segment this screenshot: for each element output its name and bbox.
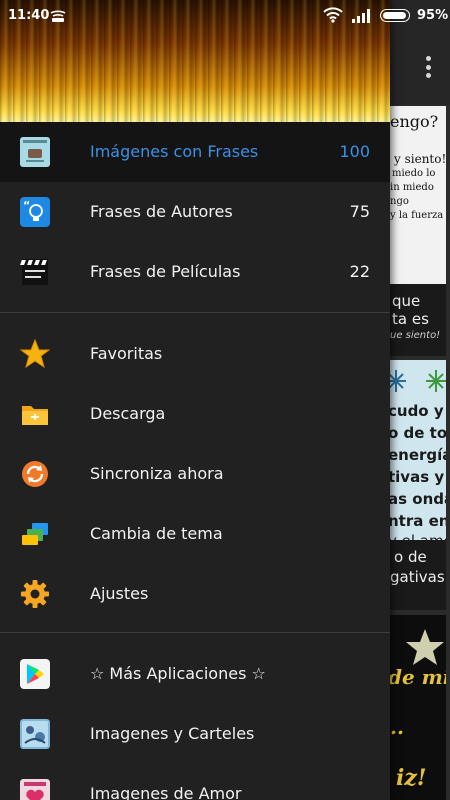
drawer-item-label: Favoritas <box>90 344 163 363</box>
drawer-item-favoritas[interactable]: Favoritas <box>0 324 390 384</box>
card-text: in miedo <box>390 182 434 193</box>
quote-card[interactable]: engo? y siento! miedo lo in miedo ngo y … <box>390 106 446 356</box>
card-text: ngo <box>390 196 409 207</box>
sync-icon <box>22 461 48 487</box>
card-text: miedo lo <box>392 168 436 179</box>
drawer-item-label: ☆ Más Aplicaciones ☆ <box>90 664 266 683</box>
drawer-item-label: Frases de Películas <box>90 262 241 281</box>
card-text: .. <box>390 715 404 739</box>
star-icon <box>20 339 50 369</box>
navigation-drawer: Imágenes con Frases 100 “ Frases de Auto… <box>0 0 390 800</box>
card-text: energía <box>390 446 446 464</box>
card-caption: o de gativas <box>390 540 446 610</box>
drawer-item-cambia-de-tema[interactable]: Cambia de tema <box>0 504 390 564</box>
wifi-icon <box>323 7 343 23</box>
status-bar: 11:40 95% <box>0 0 450 32</box>
notification-icon <box>50 10 66 22</box>
drawer-item-count: 100 <box>339 142 370 161</box>
folder-icon <box>22 406 48 425</box>
star-decoration-icon <box>406 629 444 665</box>
drawer-item-label: Imágenes con Frases <box>90 142 259 161</box>
drawer-item-imagenes-y-carteles[interactable]: Imagenes y Carteles <box>0 704 390 764</box>
quote-card[interactable]: cudo y o de toc energía tivas y as onda … <box>390 360 446 610</box>
drawer-item-count: 75 <box>349 202 370 221</box>
battery-percentage: 95% <box>417 8 449 23</box>
drawer-item-imagenes-de-amor[interactable]: Imagenes de Amor <box>0 764 390 800</box>
card-text: as onda <box>390 490 446 508</box>
card-text: iz! <box>396 765 427 791</box>
drawer-item-sincroniza-ahora[interactable]: Sincroniza ahora <box>0 444 390 504</box>
drawer-item-label: Frases de Autores <box>90 202 233 221</box>
drawer-item-label: Imagenes y Carteles <box>90 724 255 743</box>
drawer-item-label: Descarga <box>90 404 166 423</box>
drawer-item-descarga[interactable]: Descarga <box>0 384 390 444</box>
drawer-item-imagenes-con-frases[interactable]: Imágenes con Frases 100 <box>0 122 390 182</box>
drawer-item-ajustes[interactable]: Ajustes <box>0 564 390 624</box>
card-text: y siento! <box>394 152 446 166</box>
drawer-divider <box>0 632 390 633</box>
drawer-item-frases-de-autores[interactable]: “ Frases de Autores 75 <box>0 182 390 242</box>
drawer-item-frases-de-peliculas[interactable]: Frases de Películas 22 <box>0 242 390 302</box>
imagenes-thumbnail-icon <box>20 137 50 167</box>
card-text: engo? <box>390 112 439 131</box>
card-text: ntra en <box>390 512 446 530</box>
clapperboard-icon <box>20 259 48 285</box>
sparkle-decoration-icon <box>390 370 446 392</box>
lightbulb-quote-icon: “ <box>20 197 50 227</box>
drawer-item-label: Cambia de tema <box>90 524 223 543</box>
drawer-item-count: 22 <box>349 262 370 281</box>
card-text: o de toc <box>390 424 446 442</box>
drawer-item-label: Sincroniza ahora <box>90 464 224 483</box>
card-text: cudo y <box>390 402 444 420</box>
gear-icon <box>21 580 49 608</box>
overflow-menu-icon[interactable] <box>424 56 432 78</box>
drawer-divider <box>0 312 390 313</box>
svg-text:“: “ <box>23 199 30 212</box>
theme-icon <box>22 523 48 545</box>
signal-icon <box>352 9 370 23</box>
drawer-item-label: Ajustes <box>90 584 149 603</box>
drawer-item-mas-aplicaciones[interactable]: ☆ Más Aplicaciones ☆ <box>0 644 390 704</box>
card-text: y la fuerza <box>390 210 444 221</box>
app-icon-carteles <box>20 719 50 749</box>
battery-icon <box>380 9 410 22</box>
status-clock: 11:40 <box>8 8 50 23</box>
quote-card[interactable]: de mi .. iz! <box>390 615 446 800</box>
app-icon-amor <box>20 779 50 800</box>
drawer-item-label: Imagenes de Amor <box>90 784 242 800</box>
card-text: de mi <box>390 665 446 689</box>
play-store-icon <box>20 659 50 689</box>
card-caption: que ta es ue siento! <box>390 284 446 356</box>
card-text: tivas y <box>390 468 445 486</box>
